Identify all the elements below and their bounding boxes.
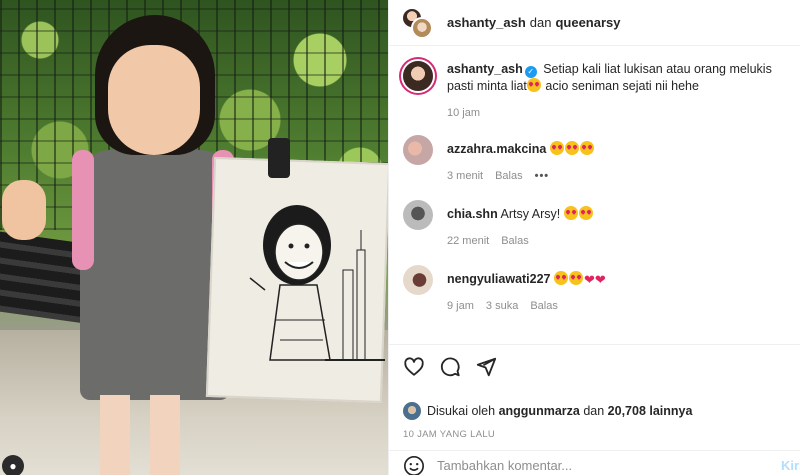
comment-meta: 9 jam 3 suka Balas [447, 300, 787, 312]
post-actions: Disukai oleh anggunmarza dan 20,708 lain… [389, 344, 800, 440]
user-tag-icon[interactable]: ● [2, 455, 24, 475]
photo-girl-legs [100, 395, 180, 475]
post-comment-button[interactable]: Kirim [781, 458, 800, 473]
comment-row: nengyuliawati227 ❤❤ 9 jam 3 suka Balas [389, 265, 800, 312]
likes-user[interactable]: anggunmarza [499, 404, 580, 418]
red-heart-icon: ❤ [584, 272, 595, 287]
comment-row: chia.shn Artsy Arsy! 22 menit Balas [389, 200, 800, 247]
heart-eyes-emoji-icon [579, 141, 594, 155]
avatar [411, 16, 433, 39]
avatar[interactable] [403, 135, 433, 165]
like-heart-icon[interactable] [403, 356, 425, 378]
collab-avatars[interactable] [401, 6, 433, 39]
caption-row: ashanty_ash ✓ Setiap kali liat lukisan at… [389, 61, 800, 119]
likes-summary[interactable]: Disukai oleh anggunmarza dan 20,708 lain… [403, 402, 789, 420]
comment-text: azzahra.makcina [447, 141, 787, 158]
heart-eyes-emoji-icon [563, 206, 578, 220]
heart-eyes-emoji-icon [549, 141, 564, 155]
emoji-smile-icon[interactable] [403, 455, 425, 475]
comment-text: nengyuliawati227 ❤❤ [447, 271, 787, 288]
comment-body: Artsy Arsy! [500, 207, 561, 221]
comment-meta: 3 menit Balas ••• [447, 170, 787, 182]
heart-eyes-emoji-icon [564, 141, 579, 155]
avatar[interactable] [403, 61, 433, 91]
heart-eyes-emoji-icon [578, 206, 593, 220]
comment-likes[interactable]: 3 suka [486, 300, 518, 312]
comments-list[interactable]: ashanty_ash ✓ Setiap kali liat lukisan at… [389, 47, 800, 343]
comment-username[interactable]: chia.shn [447, 207, 498, 221]
comment-row: azzahra.makcina 3 menit Balas ••• [389, 135, 800, 182]
header-username-1[interactable]: ashanty_ash [447, 15, 526, 30]
header-connector: dan [529, 15, 552, 30]
reply-button[interactable]: Balas [501, 235, 529, 247]
photo-backpack-strap [72, 150, 94, 270]
share-send-icon[interactable] [475, 356, 497, 378]
likes-prefix: Disukai oleh [427, 404, 496, 418]
post-photo[interactable]: ● [0, 0, 388, 475]
post-timestamp: 10 JAM YANG LALU [403, 429, 496, 440]
comment-time: 3 menit [447, 170, 484, 182]
reply-button[interactable]: Balas [495, 170, 523, 182]
add-comment-input[interactable] [437, 458, 781, 473]
header-username-2[interactable]: queenarsy [555, 15, 620, 30]
avatar[interactable] [403, 200, 433, 230]
likes-connector: dan [583, 404, 605, 418]
photo-peace-hand [2, 180, 46, 240]
caricature-drawing [249, 205, 385, 361]
caption-time: 10 jam [447, 107, 481, 119]
verified-icon: ✓ [524, 66, 537, 78]
reply-button[interactable]: Balas [530, 300, 558, 312]
photo-girl-face [108, 45, 200, 155]
photo-easel-clip [268, 138, 290, 178]
comment-text: chia.shn Artsy Arsy! [447, 206, 787, 223]
comment-username[interactable]: nengyuliawati227 [447, 272, 551, 286]
caption-meta: 10 jam [447, 107, 787, 119]
heart-eyes-emoji-icon [526, 78, 541, 92]
comment-time: 22 menit [447, 235, 490, 247]
avatar [403, 402, 421, 420]
post-panel: ashanty_ash dan queenarsy ashanty_ash ✓ S… [388, 0, 800, 475]
comment-bubble-icon[interactable] [439, 356, 461, 378]
heart-eyes-emoji-icon [569, 271, 583, 285]
avatar[interactable] [403, 265, 433, 295]
caption-text: ashanty_ash ✓ Setiap kali liat lukisan at… [447, 61, 787, 95]
likes-count[interactable]: 20,708 lainnya [608, 404, 693, 418]
comment-time: 9 jam [447, 300, 474, 312]
action-icons [403, 355, 789, 379]
comment-username[interactable]: azzahra.makcina [447, 142, 546, 156]
more-options-icon[interactable]: ••• [535, 170, 550, 182]
caption-body-2: acio seniman sejati nii hehe [545, 79, 699, 93]
post-header: ashanty_ash dan queenarsy [389, 0, 800, 46]
caption-username[interactable]: ashanty_ash [447, 62, 523, 76]
red-heart-icon: ❤ [594, 272, 606, 287]
heart-eyes-emoji-icon [554, 271, 568, 285]
comment-meta: 22 menit Balas [447, 235, 787, 247]
add-comment-bar: Kirim [389, 450, 800, 475]
